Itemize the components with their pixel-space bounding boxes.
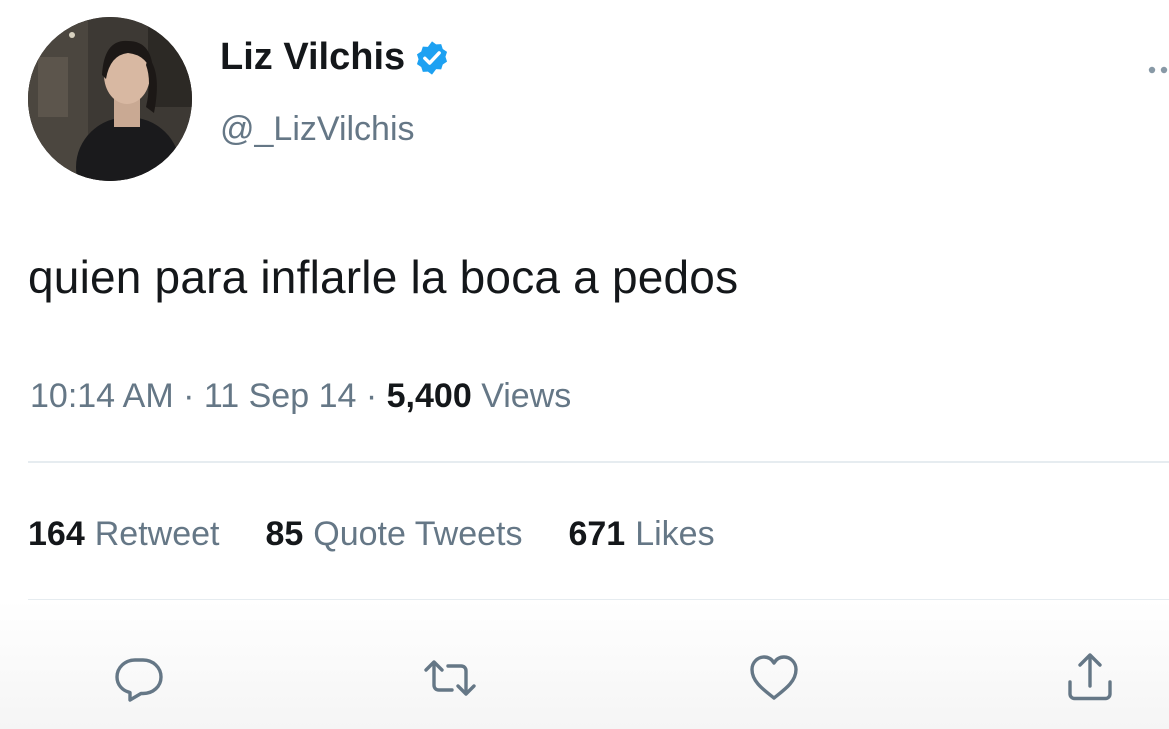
share-icon (1068, 653, 1112, 701)
avatar[interactable] (28, 17, 192, 181)
views-count: 5,400 (386, 377, 472, 415)
share-button[interactable] (1062, 650, 1118, 706)
tweet-text: quien para inflarle la boca a pedos (28, 251, 739, 303)
likes-stat[interactable]: 671 Likes (568, 515, 714, 554)
reply-button[interactable] (111, 650, 167, 706)
author-name-text: Liz Vilchis (220, 36, 406, 78)
reply-icon (115, 658, 163, 702)
verified-badge-icon (417, 40, 448, 75)
meta-separator: · (365, 377, 378, 415)
likes-label: Likes (635, 515, 715, 553)
quotes-count: 85 (265, 515, 304, 553)
avatar-photo (28, 17, 192, 181)
retweets-label: Retweet (94, 515, 220, 553)
views-label: Views (481, 377, 572, 415)
action-bar (0, 600, 1169, 729)
like-icon (750, 655, 798, 700)
tweet-date[interactable]: 11 Sep 14 (204, 377, 357, 415)
retweets-count: 164 (28, 515, 85, 553)
retweet-icon (424, 660, 476, 696)
meta-separator: · (183, 377, 195, 415)
quotes-stat[interactable]: 85 Quote Tweets (265, 515, 522, 554)
tweet-time[interactable]: 10:14 AM (30, 377, 174, 415)
tweet-card: Liz Vilchis @_LizVilchis quien para infl… (0, 0, 1169, 729)
more-options-icon[interactable] (1146, 63, 1169, 77)
divider (28, 461, 1169, 463)
retweet-button[interactable] (422, 650, 478, 706)
author-name[interactable]: Liz Vilchis (220, 36, 451, 79)
quotes-label: Quote Tweets (313, 515, 523, 553)
tweet-stats: 164 Retweet 85 Quote Tweets 671 Likes (28, 515, 715, 554)
author-handle[interactable]: @_LizVilchis (220, 110, 415, 149)
like-button[interactable] (746, 650, 802, 706)
likes-count: 671 (568, 515, 626, 553)
tweet-meta: 10:14 AM · 11 Sep 14 · 5,400 Views (30, 377, 571, 416)
retweets-stat[interactable]: 164 Retweet (28, 515, 219, 554)
